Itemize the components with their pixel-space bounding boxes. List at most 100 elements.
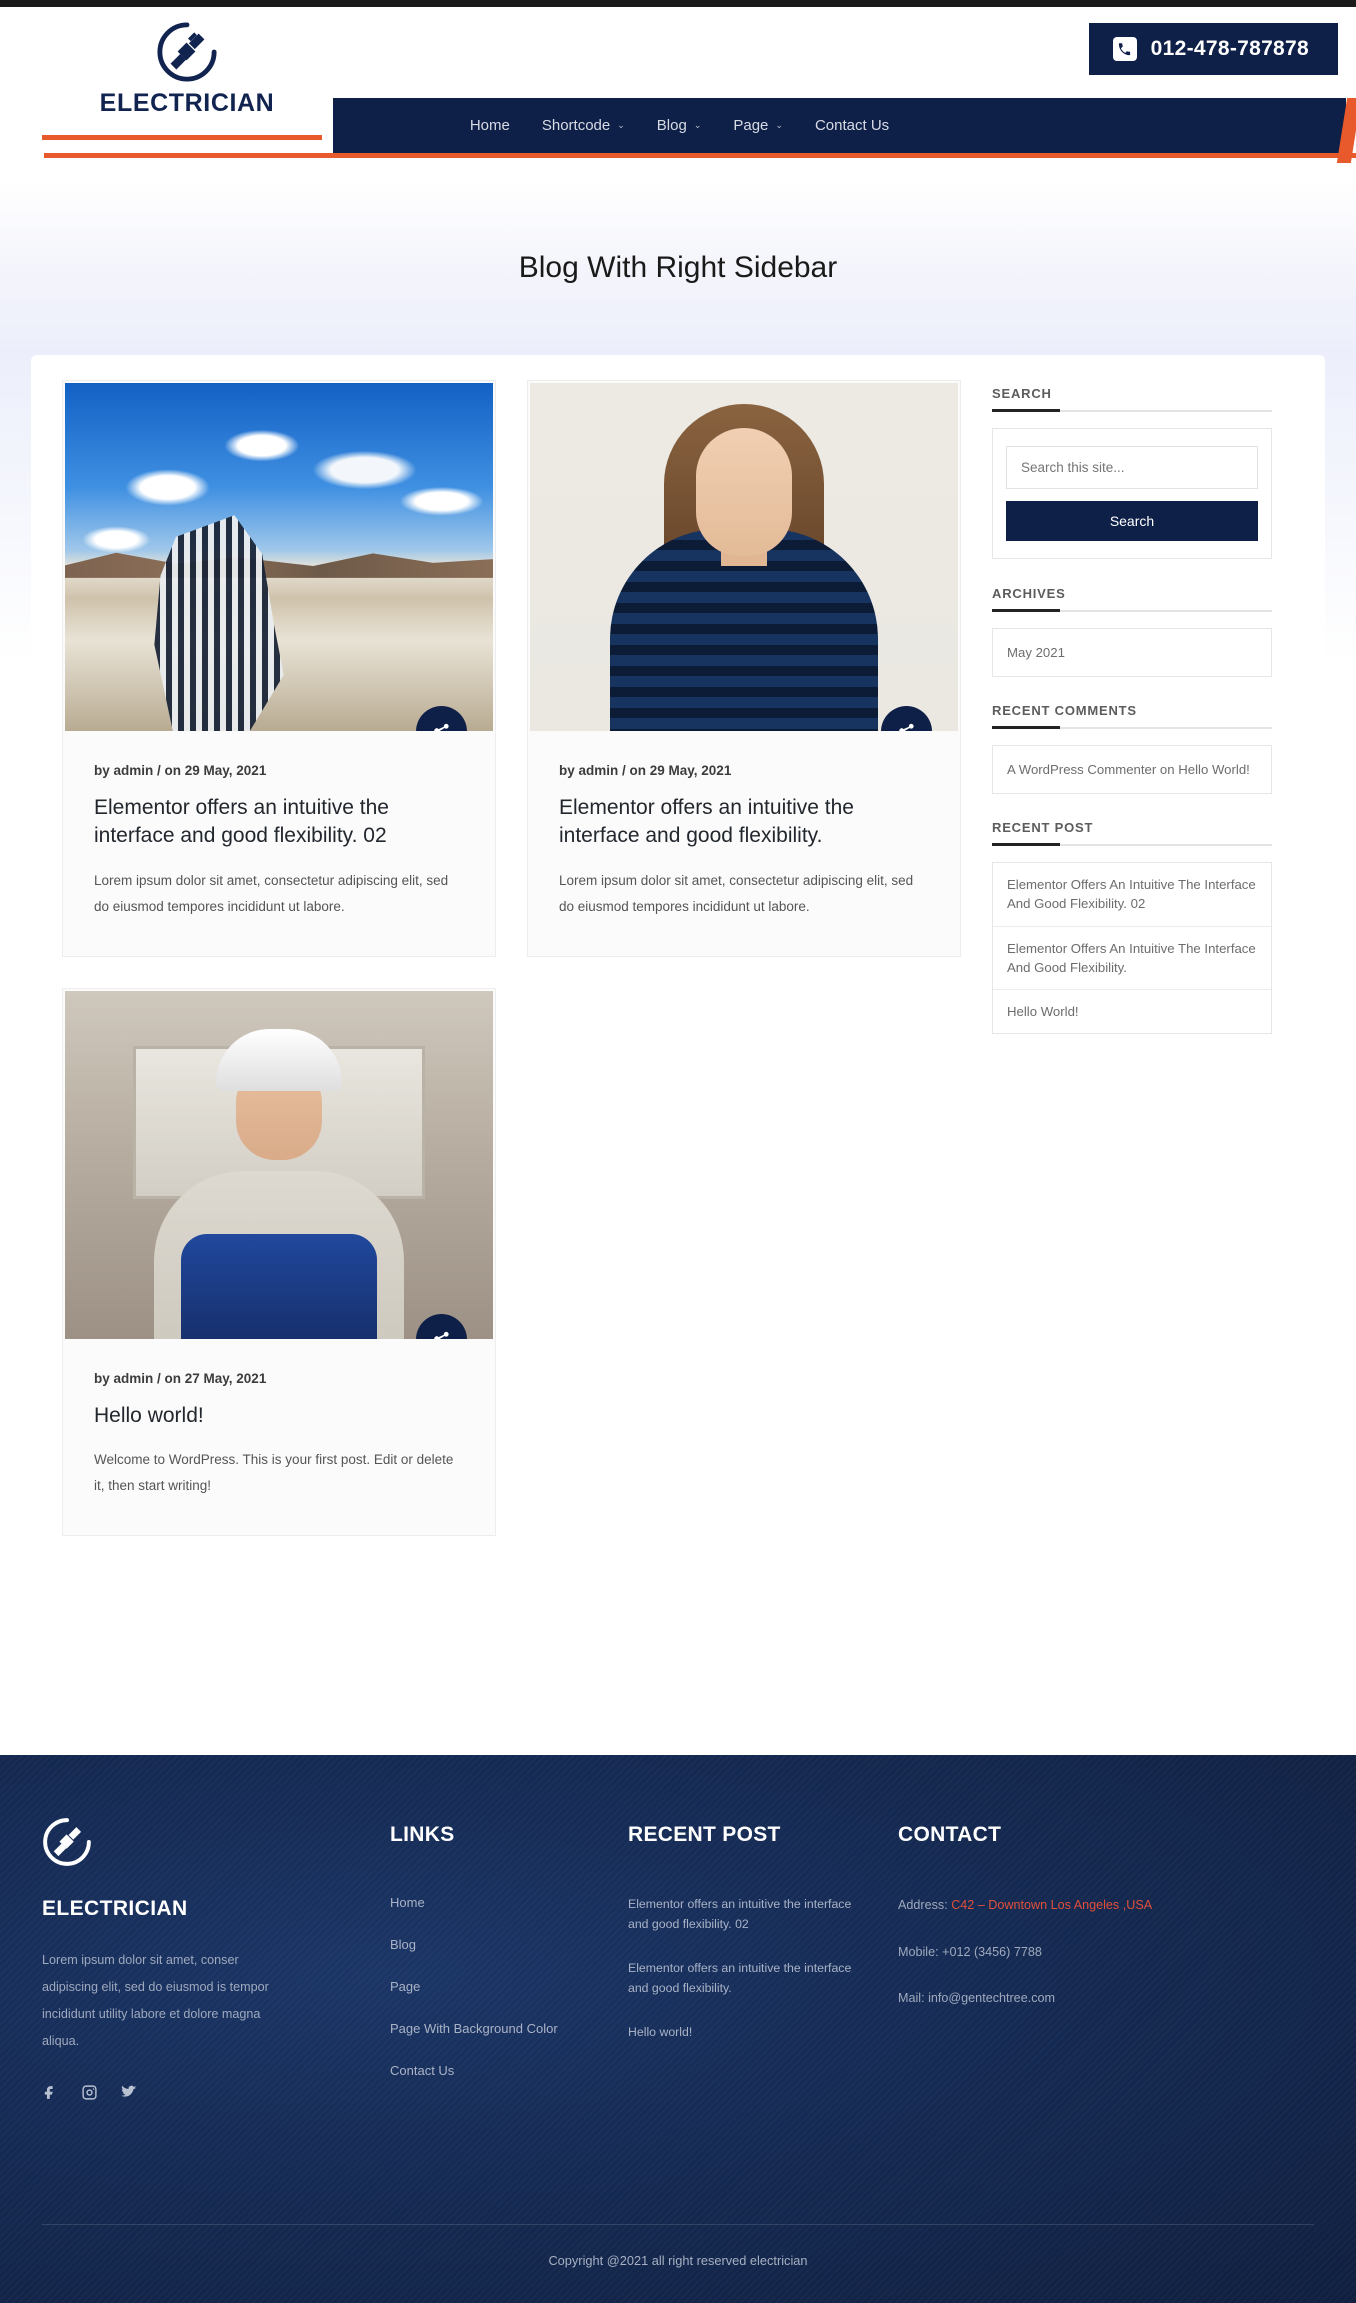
chevron-down-icon: ⌄: [617, 120, 625, 130]
chevron-down-icon: ⌄: [693, 120, 702, 130]
footer-links-column: LINKS Home Blog Page Page With Backgroun…: [390, 1817, 625, 2105]
post-thumbnail[interactable]: [65, 990, 493, 1339]
address-label: Address:: [898, 1898, 952, 1912]
post-excerpt: Welcome to WordPress. This is your first…: [94, 1451, 454, 1493]
footer-recent-post-heading: RECENT POST: [628, 1823, 781, 1846]
footer-link-page[interactable]: Page: [390, 1979, 625, 1994]
footer-address: Address: C42 – Downtown Los Angeles ,USA: [898, 1895, 1198, 1917]
nav-item-blog[interactable]: Blog ⌄: [657, 117, 702, 134]
list-item[interactable]: Elementor Offers An Intuitive The Interf…: [993, 927, 1271, 990]
post-card[interactable]: by admin / on 27 May, 2021 Hello world! …: [62, 987, 496, 1536]
phone-icon: [1112, 37, 1137, 61]
post-author: by admin / on: [559, 763, 650, 778]
footer-link-home[interactable]: Home: [390, 1895, 625, 1910]
archives-list: May 2021: [992, 628, 1272, 678]
footer-mail: Mail: info@gentechtree.com: [898, 1991, 1055, 2006]
footer-contact-heading: CONTACT: [898, 1823, 1002, 1846]
phone-button[interactable]: 012-478-787878: [1088, 23, 1338, 75]
electric-plug-circle-icon: [157, 22, 217, 82]
post-author: by admin / on: [94, 1370, 185, 1386]
share-icon[interactable]: [416, 706, 467, 731]
list-item[interactable]: Elementor Offers An Intuitive The Interf…: [993, 863, 1271, 927]
page-title-band: Blog With Right Sidebar: [0, 180, 1356, 355]
main-wrapper: by admin / on 29 May, 2021 Elementor off…: [0, 355, 1356, 1755]
footer-contact-column: CONTACT Address: C42 – Downtown Los Ange…: [898, 1817, 1198, 2105]
address-value[interactable]: C42 – Downtown Los Angeles ,USA: [951, 1898, 1152, 1912]
sidebar-heading-search: SEARCH: [992, 386, 1272, 412]
share-icon[interactable]: [881, 706, 932, 731]
nav-accent-underline: [44, 153, 1356, 158]
footer-divider: [42, 2224, 1314, 2225]
search-input[interactable]: [1006, 446, 1258, 489]
sidebar-heading-archives: ARCHIVES: [992, 586, 1272, 612]
footer-recent-post-column: RECENT POST Elementor offers an intuitiv…: [628, 1817, 868, 2105]
post-date: 29 May, 2021: [649, 763, 732, 778]
chevron-down-icon: ⌄: [775, 120, 783, 130]
footer-links-heading: LINKS: [390, 1823, 455, 1846]
primary-navbar: Home Shortcode ⌄ Blog ⌄ Page ⌄ Contact U…: [333, 98, 1346, 153]
post-date: 27 May, 2021: [184, 1370, 267, 1386]
post-excerpt: Lorem ipsum dolor sit amet, consectetur …: [94, 872, 449, 914]
post-thumbnail[interactable]: [530, 383, 958, 731]
site-logo[interactable]: ELECTRICIAN: [42, 21, 332, 140]
post-meta: by admin / on 29 May, 2021: [94, 763, 464, 778]
footer-link-contact-us[interactable]: Contact Us: [390, 2063, 625, 2078]
post-title[interactable]: Elementor offers an intuitive the interf…: [94, 794, 464, 851]
nav-label: Blog: [656, 117, 687, 134]
footer-mobile: Mobile: +012 (3456) 7788: [898, 1944, 1042, 1959]
logo-wordmark: ELECTRICIAN: [99, 89, 275, 117]
content-card: by admin / on 29 May, 2021 Elementor off…: [31, 355, 1325, 1715]
post-meta: by admin / on 27 May, 2021: [94, 1371, 464, 1386]
post-author: by admin / on: [94, 763, 185, 778]
footer-copyright: Copyright @2021 all right reserved elect…: [548, 2253, 808, 2268]
facebook-icon[interactable]: [42, 2084, 59, 2101]
nav-item-shortcode[interactable]: Shortcode ⌄: [542, 117, 625, 134]
phone-number: 012-478-787878: [1150, 37, 1309, 60]
nav-items: Home Shortcode ⌄ Blog ⌄ Page ⌄ Contact U…: [470, 117, 889, 134]
footer-brand: ELECTRICIAN Lorem ipsum dolor sit amet, …: [42, 1817, 342, 2105]
post-meta: by admin / on 29 May, 2021: [559, 763, 929, 778]
footer-recent-post-item[interactable]: Elementor offers an intuitive the interf…: [628, 1959, 868, 1999]
post-card[interactable]: by admin / on 29 May, 2021 Elementor off…: [62, 380, 496, 957]
site-header: ELECTRICIAN 012-478-787878 Home Shortcod…: [0, 7, 1356, 180]
twitter-icon[interactable]: [120, 2084, 137, 2101]
recent-comments-list: A WordPress Commenter on Hello World!: [992, 745, 1272, 795]
nav-item-page[interactable]: Page ⌄: [733, 117, 783, 134]
electric-plug-circle-icon: [43, 1818, 91, 1866]
sidebar: SEARCH Search ARCHIVES May 2021 RECENT C…: [992, 380, 1272, 1536]
footer-brand-name: ELECTRICIAN: [42, 1897, 188, 1920]
post-excerpt: Lorem ipsum dolor sit amet, consectetur …: [559, 872, 914, 914]
post-title[interactable]: Elementor offers an intuitive the interf…: [559, 794, 929, 851]
top-strip: [0, 0, 1356, 7]
list-item[interactable]: A WordPress Commenter on Hello World!: [993, 746, 1271, 793]
recent-post-list: Elementor Offers An Intuitive The Interf…: [992, 862, 1272, 1034]
list-item[interactable]: Hello World!: [993, 990, 1271, 1033]
footer-about-text: Lorem ipsum dolor sit amet, conser adipi…: [42, 1953, 269, 2049]
nav-label: Page: [733, 117, 769, 134]
sidebar-heading-recent-comments: RECENT COMMENTS: [992, 703, 1272, 730]
footer-link-page-with-background-color[interactable]: Page With Background Color: [390, 2021, 625, 2036]
logo-underline: [42, 135, 322, 140]
footer-recent-post-item[interactable]: Hello world!: [628, 2023, 868, 2043]
sidebar-heading-recent-post: RECENT POST: [992, 820, 1272, 847]
site-footer: ELECTRICIAN Lorem ipsum dolor sit amet, …: [0, 1755, 1356, 2303]
footer-link-blog[interactable]: Blog: [390, 1937, 625, 1952]
page-title: Blog With Right Sidebar: [518, 250, 838, 284]
search-widget: Search: [992, 428, 1272, 559]
nav-item-contact-us[interactable]: Contact Us: [815, 117, 889, 134]
post-thumbnail[interactable]: [65, 383, 493, 731]
list-item[interactable]: May 2021: [993, 629, 1271, 676]
search-button[interactable]: Search: [1006, 501, 1258, 541]
nav-item-home[interactable]: Home: [470, 117, 510, 134]
post-date: 29 May, 2021: [184, 763, 267, 778]
footer-social-links: [42, 2084, 342, 2101]
nav-label: Home: [469, 117, 510, 134]
footer-recent-post-item[interactable]: Elementor offers an intuitive the interf…: [628, 1895, 868, 1935]
nav-label: Contact Us: [814, 117, 890, 134]
share-icon[interactable]: [416, 1313, 467, 1339]
post-card[interactable]: by admin / on 29 May, 2021 Elementor off…: [527, 380, 961, 957]
post-title[interactable]: Hello world!: [94, 1402, 464, 1430]
nav-label: Shortcode: [541, 117, 611, 134]
instagram-icon[interactable]: [81, 2084, 98, 2101]
posts-grid: by admin / on 29 May, 2021 Elementor off…: [62, 380, 962, 1536]
